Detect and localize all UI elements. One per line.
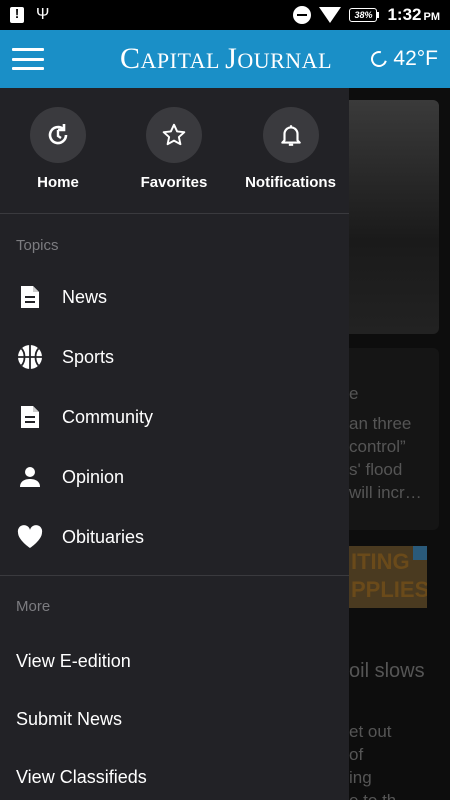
app-header: CAPITAL JOURNAL 42°F	[0, 30, 450, 88]
topics-heading: Topics	[16, 237, 59, 254]
topic-obituaries[interactable]: Obituaries	[0, 507, 349, 567]
do-not-disturb-icon	[293, 6, 312, 24]
bg-line: e	[349, 384, 359, 403]
bg-line: ing	[349, 768, 372, 787]
background-content: e an three control” s' flood will incr… …	[349, 88, 450, 800]
weather-widget[interactable]: 42°F	[368, 47, 438, 71]
star-icon	[146, 107, 202, 163]
battery-icon: 38%	[349, 8, 380, 22]
topic-label: Obituaries	[62, 526, 145, 547]
divider	[0, 575, 349, 576]
app-logo[interactable]: CAPITAL JOURNAL	[120, 42, 332, 76]
basketball-icon	[16, 344, 44, 370]
moon-icon	[368, 48, 391, 70]
topic-community[interactable]: Community	[0, 387, 349, 447]
ad-line: PPLIES	[351, 577, 427, 602]
person-icon	[16, 466, 44, 488]
more-item-e-edition[interactable]: View E-edition	[0, 632, 349, 690]
document-icon	[16, 284, 44, 310]
bg-headline: oil slows	[349, 660, 425, 682]
temperature: 42°F	[393, 47, 438, 70]
quick-link-notifications[interactable]: Notifications	[232, 88, 349, 213]
quick-links: Home Favorites Notifications	[0, 88, 349, 214]
topic-sports[interactable]: Sports	[0, 327, 349, 387]
quick-link-label: Home	[37, 174, 79, 191]
quick-link-favorites[interactable]: Favorites	[116, 88, 232, 213]
bell-icon	[262, 107, 319, 163]
clock-time: 1:32	[387, 5, 422, 24]
clock-ampm: PM	[423, 11, 441, 23]
topic-label: Opinion	[62, 466, 125, 487]
battery-level: 38%	[349, 8, 378, 22]
more-heading: More	[16, 598, 51, 615]
more-item-submit-news[interactable]: Submit News	[0, 690, 349, 748]
clock: 1:32 PM	[387, 5, 440, 25]
heart-icon	[16, 525, 44, 549]
navigation-drawer: Home Favorites Notifications Topics News…	[0, 88, 349, 800]
bg-line: will incr…	[349, 483, 422, 502]
topic-opinion[interactable]: Opinion	[0, 447, 349, 507]
topic-news[interactable]: News	[0, 267, 349, 327]
topic-label: Sports	[62, 346, 115, 367]
topic-label: News	[62, 286, 108, 307]
quick-link-label: Notifications	[245, 174, 336, 191]
status-bar: Ψ 38% 1:32PM	[0, 0, 450, 30]
quick-link-label: Favorites	[140, 174, 208, 191]
usb-icon: Ψ	[36, 6, 50, 23]
bg-line: control”	[349, 437, 406, 456]
wifi-icon	[319, 7, 342, 23]
home-refresh-icon	[30, 107, 86, 163]
topic-label: Community	[62, 406, 154, 427]
more-item-classifieds[interactable]: View Classifieds	[0, 748, 349, 800]
bg-line: et out	[349, 722, 392, 741]
bg-line: e to th	[349, 791, 396, 800]
alert-notification-icon	[10, 6, 24, 23]
background-ad: ITING PPLIES	[349, 546, 427, 608]
bg-line: of	[349, 745, 364, 764]
document-icon	[16, 404, 44, 430]
ad-close-icon	[413, 546, 427, 560]
background-image	[349, 100, 439, 334]
menu-icon[interactable]	[12, 48, 44, 70]
quick-link-home[interactable]: Home	[0, 88, 116, 213]
bg-line: s' flood	[349, 460, 403, 479]
bg-line: an three	[349, 414, 412, 433]
